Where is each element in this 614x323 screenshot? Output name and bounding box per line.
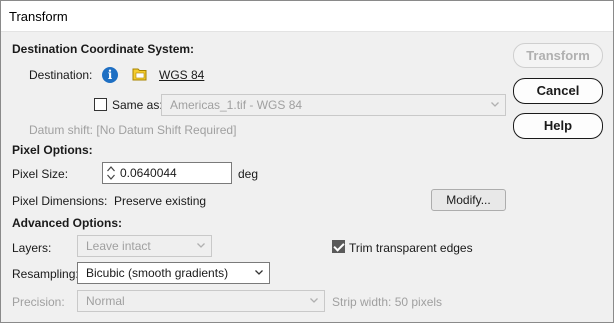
precision-select-value: Normal (86, 294, 125, 308)
modify-button[interactable]: Modify... (431, 189, 506, 211)
folder-icon[interactable] (132, 67, 147, 81)
pixel-options-heading: Pixel Options: (12, 143, 93, 157)
destination-label: Destination: (29, 68, 93, 82)
pixel-dimensions-label: Pixel Dimensions: (12, 194, 108, 208)
transform-button[interactable]: Transform (513, 43, 603, 68)
spin-arrows-icon[interactable] (106, 165, 116, 181)
pixel-size-input[interactable]: 0.0640044 (102, 162, 232, 184)
help-button[interactable]: Help (513, 113, 603, 139)
info-icon[interactable]: i (102, 67, 118, 83)
trim-edges-checkbox[interactable] (332, 240, 345, 253)
pixel-size-value: 0.0640044 (120, 166, 177, 180)
resampling-select-value: Bicubic (smooth gradients) (86, 266, 229, 280)
same-as-checkbox[interactable] (94, 98, 107, 111)
pixel-dimensions-value: Preserve existing (114, 194, 207, 208)
resampling-select[interactable]: Bicubic (smooth gradients) (77, 262, 270, 284)
resampling-label: Resampling: (12, 267, 79, 281)
same-as-label: Same as: (112, 98, 163, 112)
destination-link[interactable]: WGS 84 (159, 68, 204, 82)
destination-heading: Destination Coordinate System: (12, 42, 195, 56)
trim-edges-label: Trim transparent edges (349, 241, 473, 255)
layers-select[interactable]: Leave intact (77, 235, 212, 257)
cancel-button[interactable]: Cancel (513, 78, 603, 104)
same-as-select-value: Americas_1.tif - WGS 84 (170, 98, 303, 112)
window-title: Transform (9, 9, 68, 24)
transform-dialog: Transform Destination Coordinate System:… (0, 0, 614, 323)
chevron-down-icon (310, 298, 318, 303)
chevron-down-icon (197, 243, 205, 248)
chevron-down-icon (255, 270, 263, 275)
chevron-down-icon (491, 102, 499, 107)
precision-label: Precision: (12, 295, 65, 309)
layers-select-value: Leave intact (86, 239, 151, 253)
title-bar: Transform (1, 1, 613, 32)
same-as-select[interactable]: Americas_1.tif - WGS 84 (161, 94, 506, 116)
precision-select[interactable]: Normal (77, 290, 325, 312)
datum-shift-text: Datum shift: [No Datum Shift Required] (29, 123, 237, 137)
pixel-size-label: Pixel Size: (12, 167, 69, 181)
pixel-size-unit: deg (238, 167, 259, 181)
strip-width-text: Strip width: 50 pixels (332, 295, 443, 309)
layers-label: Layers: (12, 241, 52, 255)
advanced-options-heading: Advanced Options: (12, 216, 123, 230)
